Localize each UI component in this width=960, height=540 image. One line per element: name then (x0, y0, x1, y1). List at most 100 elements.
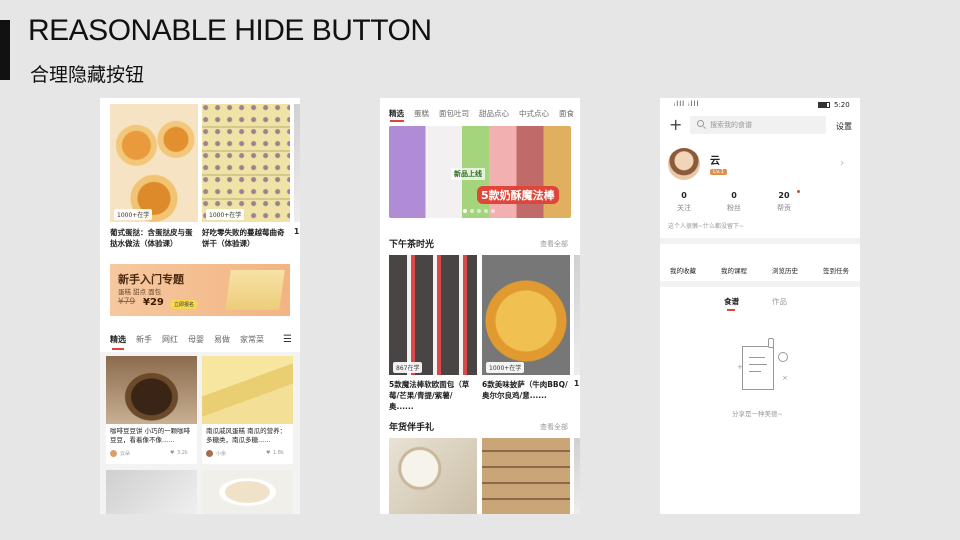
course-card-image-swiss-roll[interactable] (389, 255, 477, 375)
tab-bread[interactable]: 面包吐司 (439, 108, 469, 119)
level-badge: Lv.1 (710, 169, 728, 175)
feed-card-title: 咖啡豆豆饼 小巧的一颗咖啡豆豆，看着像不像...... (110, 427, 191, 444)
carousel-banner[interactable]: 新品上线 5款奶酥魔法棒 (389, 126, 571, 218)
notification-dot (797, 190, 800, 193)
course-card-image-peek[interactable] (294, 104, 300, 222)
author-avatar (206, 450, 213, 457)
course-card-image-peek[interactable] (574, 255, 580, 375)
feed-card[interactable]: 咖啡豆豆饼 小巧的一颗咖啡豆豆，看着像不像...... 云朵 ♥ 3.2k (106, 356, 197, 464)
tab-works[interactable]: 作品 (772, 296, 787, 307)
search-placeholder: 搜索我的食谱 (710, 121, 752, 129)
phone-screen-discover: 精选 蛋糕 面包吐司 甜品点心 中式点心 面食 新品上线 5款奶酥魔法棒 下午茶… (380, 98, 580, 514)
empty-state-icon: + (737, 346, 774, 390)
tab-home-cooking[interactable]: 家常菜 (240, 334, 264, 345)
tab-easy[interactable]: 易做 (214, 334, 230, 345)
tab-indicator (112, 348, 124, 350)
feed-card-image[interactable] (202, 470, 293, 514)
heart-icon: ♥ (170, 450, 175, 456)
banner-tag: 新品上线 (451, 168, 485, 180)
course-card-image-peek[interactable] (574, 438, 580, 514)
course-title[interactable]: 好吃零失败的蔓越莓曲奇饼干（体验课） (202, 227, 290, 249)
course-title[interactable]: 葡式蛋挞：含蛋挞皮与蛋挞水做法（体验课） (110, 227, 198, 249)
course-title[interactable]: 6款美味披萨（牛肉BBQ/奥尔尔良鸡/意...... (482, 379, 570, 401)
course-title[interactable]: 5款魔法棒软欧面包（草莓/芒果/青提/紫薯/奥...... (389, 379, 477, 412)
tab-recipes[interactable]: 食谱 (724, 296, 739, 307)
tab-dessert[interactable]: 甜品点心 (479, 108, 509, 119)
feed-card[interactable]: 南瓜戚风蛋糕 南瓜的营养：多糖类，南瓜多糖...... 小余 ♥ 1.8k (202, 356, 293, 464)
course-card-image-egg-tart[interactable] (110, 104, 198, 222)
menu-icon[interactable]: ☰ (283, 334, 292, 345)
feed-card-image (202, 356, 293, 424)
empty-state-text: 分享是一种美德~ (732, 410, 783, 418)
promo-tags: 蛋糕 甜点 面包 (118, 288, 162, 296)
menu-history[interactable]: 浏览历史 (772, 265, 798, 275)
see-all-link[interactable]: 查看全部 (540, 422, 568, 432)
course-title-peek: 1 (574, 379, 580, 388)
phone-screen-home: 1000+在学 1000+在学 葡式蛋挞：含蛋挞皮与蛋挞水做法（体验课） 好吃零… (100, 98, 300, 514)
tab-cake[interactable]: 蛋糕 (414, 108, 429, 119)
signal-icon: ᵢlll ᵢlll (674, 100, 700, 108)
like-count: 1.8k (273, 450, 284, 456)
course-card-image-pizza[interactable] (482, 255, 570, 375)
accent-bar (0, 20, 10, 80)
course-card-image-gift-box[interactable] (482, 438, 570, 514)
stat-following-count[interactable]: 0 (664, 191, 704, 200)
search-input[interactable]: 搜索我的食谱 (690, 116, 826, 134)
stat-followers-label: 粉丝 (727, 204, 741, 212)
phone-screen-profile: ᵢlll ᵢlll 5:20 + 搜索我的食谱 设置 云 Lv.1 › 0 关注… (660, 98, 860, 514)
author-avatar (110, 450, 117, 457)
banner-title: 5款奶酥魔法棒 (477, 186, 559, 204)
tab-featured[interactable]: 精选 (110, 334, 126, 345)
battery-icon (818, 102, 830, 108)
section-divider (660, 281, 860, 287)
enrolled-badge: 1000+在学 (114, 209, 153, 220)
plus-decoration: + (737, 363, 743, 371)
see-all-link[interactable]: 查看全部 (540, 239, 568, 249)
author-name: 云朵 (120, 451, 131, 457)
tab-indicator (727, 309, 735, 311)
promo-old-price: ¥79 (118, 297, 136, 307)
menu-check-in[interactable]: 签到任务 (823, 265, 849, 275)
category-tabs: 精选 新手 网红 母婴 易做 家常菜 (110, 334, 264, 345)
tab-beginner[interactable]: 新手 (136, 334, 152, 345)
course-card-image-cookie[interactable] (202, 104, 290, 222)
tab-trending[interactable]: 网红 (162, 334, 178, 345)
tab-noodles[interactable]: 面食 (559, 108, 574, 119)
stat-contribution-label: 帮贡 (777, 204, 791, 212)
author-name: 小余 (216, 451, 227, 457)
stat-followers-count[interactable]: 0 (714, 191, 754, 200)
enrolled-badge: 867在学 (393, 362, 423, 373)
section-title: 下午茶时光 (389, 240, 435, 250)
like-count: 3.2k (177, 450, 188, 456)
section-title: 年货伴手礼 (389, 423, 435, 433)
tab-featured[interactable]: 精选 (389, 108, 404, 119)
promo-banner[interactable]: 新手入门专题 蛋糕 甜点 面包 ¥79 ¥29 立即报名 (110, 264, 290, 316)
settings-button[interactable]: 设置 (836, 121, 852, 132)
tab-chinese-pastry[interactable]: 中式点心 (519, 108, 549, 119)
status-time: 5:20 (834, 101, 850, 109)
menu-favorites[interactable]: 我的收藏 (670, 265, 696, 275)
feed-card-title: 南瓜戚风蛋糕 南瓜的营养：多糖类，南瓜多糖...... (206, 427, 287, 444)
user-bio: 这个人很懒~什么都没留下~ (668, 223, 745, 230)
course-card-image-tea[interactable] (389, 438, 477, 514)
feed-card-image[interactable] (106, 470, 197, 514)
promo-cta-button[interactable]: 立即报名 (170, 300, 199, 309)
course-title-peek: 1 (294, 227, 300, 236)
user-avatar[interactable] (668, 148, 700, 180)
chevron-right-icon[interactable]: › (840, 156, 844, 169)
bottle-decoration (768, 338, 774, 348)
search-icon (697, 120, 704, 127)
promo-title: 新手入门专题 (118, 273, 184, 286)
add-icon[interactable]: + (669, 117, 682, 133)
tab-baby[interactable]: 母婴 (188, 334, 204, 345)
stat-following-label: 关注 (677, 204, 691, 212)
slide-subtitle: 合理隐藏按钮 (30, 64, 145, 86)
enrolled-badge: 1000+在学 (486, 362, 525, 373)
menu-my-courses[interactable]: 我的课程 (721, 265, 747, 275)
face-decoration (778, 352, 788, 362)
heart-icon: ♥ (266, 450, 271, 456)
username: 云 (710, 156, 720, 167)
promo-price: ¥29 (143, 297, 164, 308)
enrolled-badge: 1000+在学 (206, 209, 245, 220)
tab-indicator (390, 120, 404, 122)
